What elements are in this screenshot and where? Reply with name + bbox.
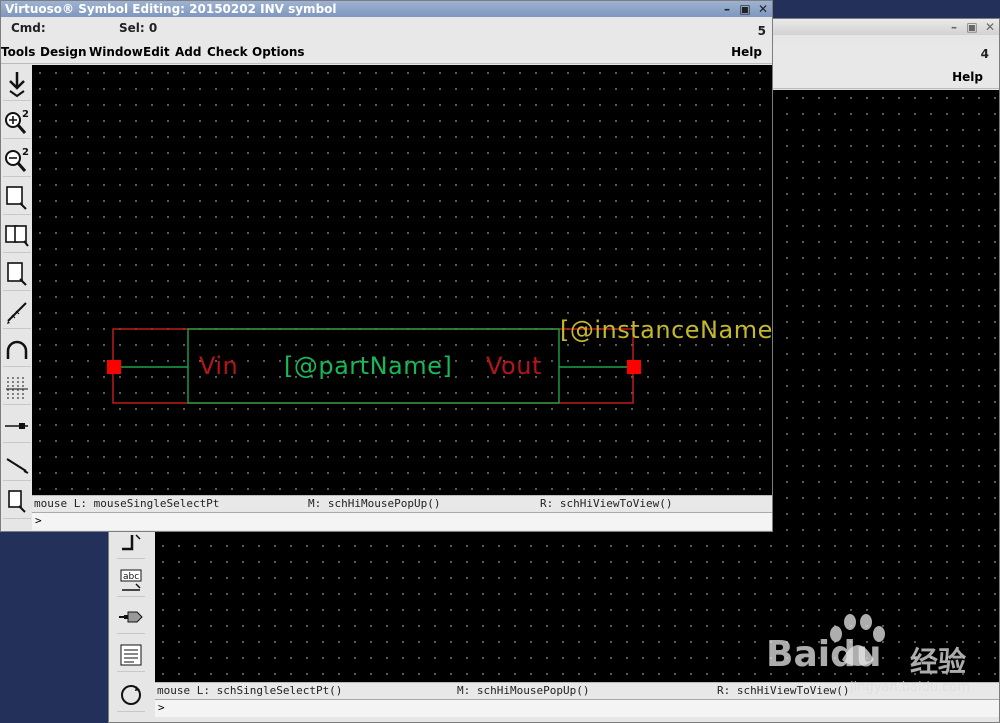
save-icon [9, 71, 25, 97]
symbol-editor-window: Virtuoso® Symbol Editing: 20150202 INV s… [0, 0, 773, 532]
back-menu-help[interactable]: Help [952, 70, 983, 84]
tool-copy[interactable] [3, 219, 31, 253]
tool-add-pin-array[interactable] [3, 371, 31, 405]
minimize-icon[interactable]: – [720, 2, 734, 16]
select-box-icon [8, 489, 26, 513]
wire-corner-icon [122, 533, 141, 550]
pin-icon [119, 611, 143, 622]
tool-add-arc[interactable] [3, 333, 31, 367]
refresh-icon [121, 684, 141, 705]
back-prompt: > [158, 701, 165, 714]
watermark-site: jingyan.baidu.com [850, 680, 970, 695]
minimize-icon[interactable]: – [947, 20, 961, 34]
status-bar: Cmd: Sel: 0 5 [1, 18, 772, 40]
tool-add-line[interactable] [3, 295, 31, 329]
menu-bar: Tools Design Window Edit Add Check Optio… [1, 40, 772, 64]
tool-add-wire[interactable] [3, 447, 31, 481]
back-mouse-middle-binding: M: schHiMousePopUp() [457, 684, 590, 697]
pin-array-icon [6, 376, 28, 399]
svg-text:2: 2 [22, 147, 29, 158]
arc-icon [6, 340, 28, 359]
tool-zoom-in[interactable]: 2 [3, 105, 31, 139]
tool-add-pin[interactable] [117, 600, 145, 634]
tool-move[interactable] [3, 257, 31, 291]
pen-line-icon [7, 301, 27, 324]
window-title: Virtuoso® Symbol Editing: 20150202 INV s… [5, 2, 337, 16]
symbol-canvas[interactable]: Vin [@partName] Vout [@instanceName] [32, 65, 773, 495]
menu-check[interactable]: Check [207, 45, 248, 59]
back-mouse-left-binding: mouse L: schSingleSelectPt() [157, 684, 343, 697]
status-cmd: Cmd: [11, 21, 46, 35]
menu-help[interactable]: Help [731, 45, 762, 59]
svg-text:2: 2 [22, 109, 29, 120]
tool-refresh[interactable] [117, 678, 145, 712]
command-line[interactable]: > [32, 512, 772, 530]
window-number: 5 [757, 24, 766, 38]
baidu-watermark: Baidu 经验 jingyan.baidu.com [760, 612, 1000, 702]
menu-window[interactable]: Window [89, 45, 143, 59]
toolbar: 2 2 [1, 65, 32, 519]
tool-add-label[interactable]: abc [117, 563, 145, 597]
menu-edit[interactable]: Edit [143, 45, 170, 59]
status-sel: Sel: 0 [119, 21, 158, 35]
watermark-brand: Baidu [766, 634, 882, 675]
symbol-drawing [112, 328, 634, 404]
instance-name-label: [@instanceName] [560, 316, 773, 344]
menu-design[interactable]: Design [40, 45, 87, 59]
output-pin-square[interactable] [627, 360, 641, 374]
menu-tools[interactable]: Tools [1, 45, 35, 59]
watermark-tagline: 经验 [910, 645, 967, 678]
pin-icon [5, 422, 28, 429]
abc-label-icon: abc [120, 569, 142, 591]
menu-options[interactable]: Options [252, 45, 305, 59]
menu-add[interactable]: Add [175, 45, 201, 59]
back-window-number: 4 [980, 47, 989, 61]
close-icon[interactable]: ✕ [756, 2, 770, 16]
pin-label-vin: Vin [199, 352, 239, 380]
tool-save[interactable] [3, 67, 31, 101]
mouse-left-binding: mouse L: mouseSingleSelectPt [34, 497, 220, 510]
zoom-out-icon: 2 [5, 147, 29, 172]
mouse-binding-bar: mouse L: mouseSingleSelectPt M: schHiMou… [32, 495, 772, 511]
tool-select-box[interactable] [3, 485, 31, 519]
maximize-icon[interactable]: ▣ [738, 2, 752, 16]
title-bar[interactable]: Virtuoso® Symbol Editing: 20150202 INV s… [1, 1, 772, 17]
mouse-middle-binding: M: schHiMousePopUp() [308, 497, 441, 510]
svg-text:abc: abc [123, 572, 139, 582]
copy-icon [5, 224, 29, 247]
tool-add-pin[interactable] [3, 409, 31, 443]
tool-zoom-out[interactable]: 2 [3, 143, 31, 177]
close-icon[interactable]: ✕ [983, 20, 997, 34]
tool-property-sheet[interactable] [117, 638, 145, 672]
stretch-icon [6, 185, 27, 210]
part-name-label: [@partName] [284, 352, 453, 380]
maximize-icon[interactable]: ▣ [965, 20, 979, 34]
zoom-in-icon: 2 [5, 109, 29, 134]
move-icon [7, 261, 27, 286]
prompt: > [35, 514, 42, 527]
pin-label-vout: Vout [486, 352, 542, 380]
property-sheet-icon [120, 644, 142, 665]
wire-icon [6, 457, 29, 474]
mouse-right-binding: R: schHiViewToView() [540, 497, 673, 510]
input-pin-square[interactable] [107, 360, 121, 374]
tool-stretch[interactable] [3, 181, 31, 215]
